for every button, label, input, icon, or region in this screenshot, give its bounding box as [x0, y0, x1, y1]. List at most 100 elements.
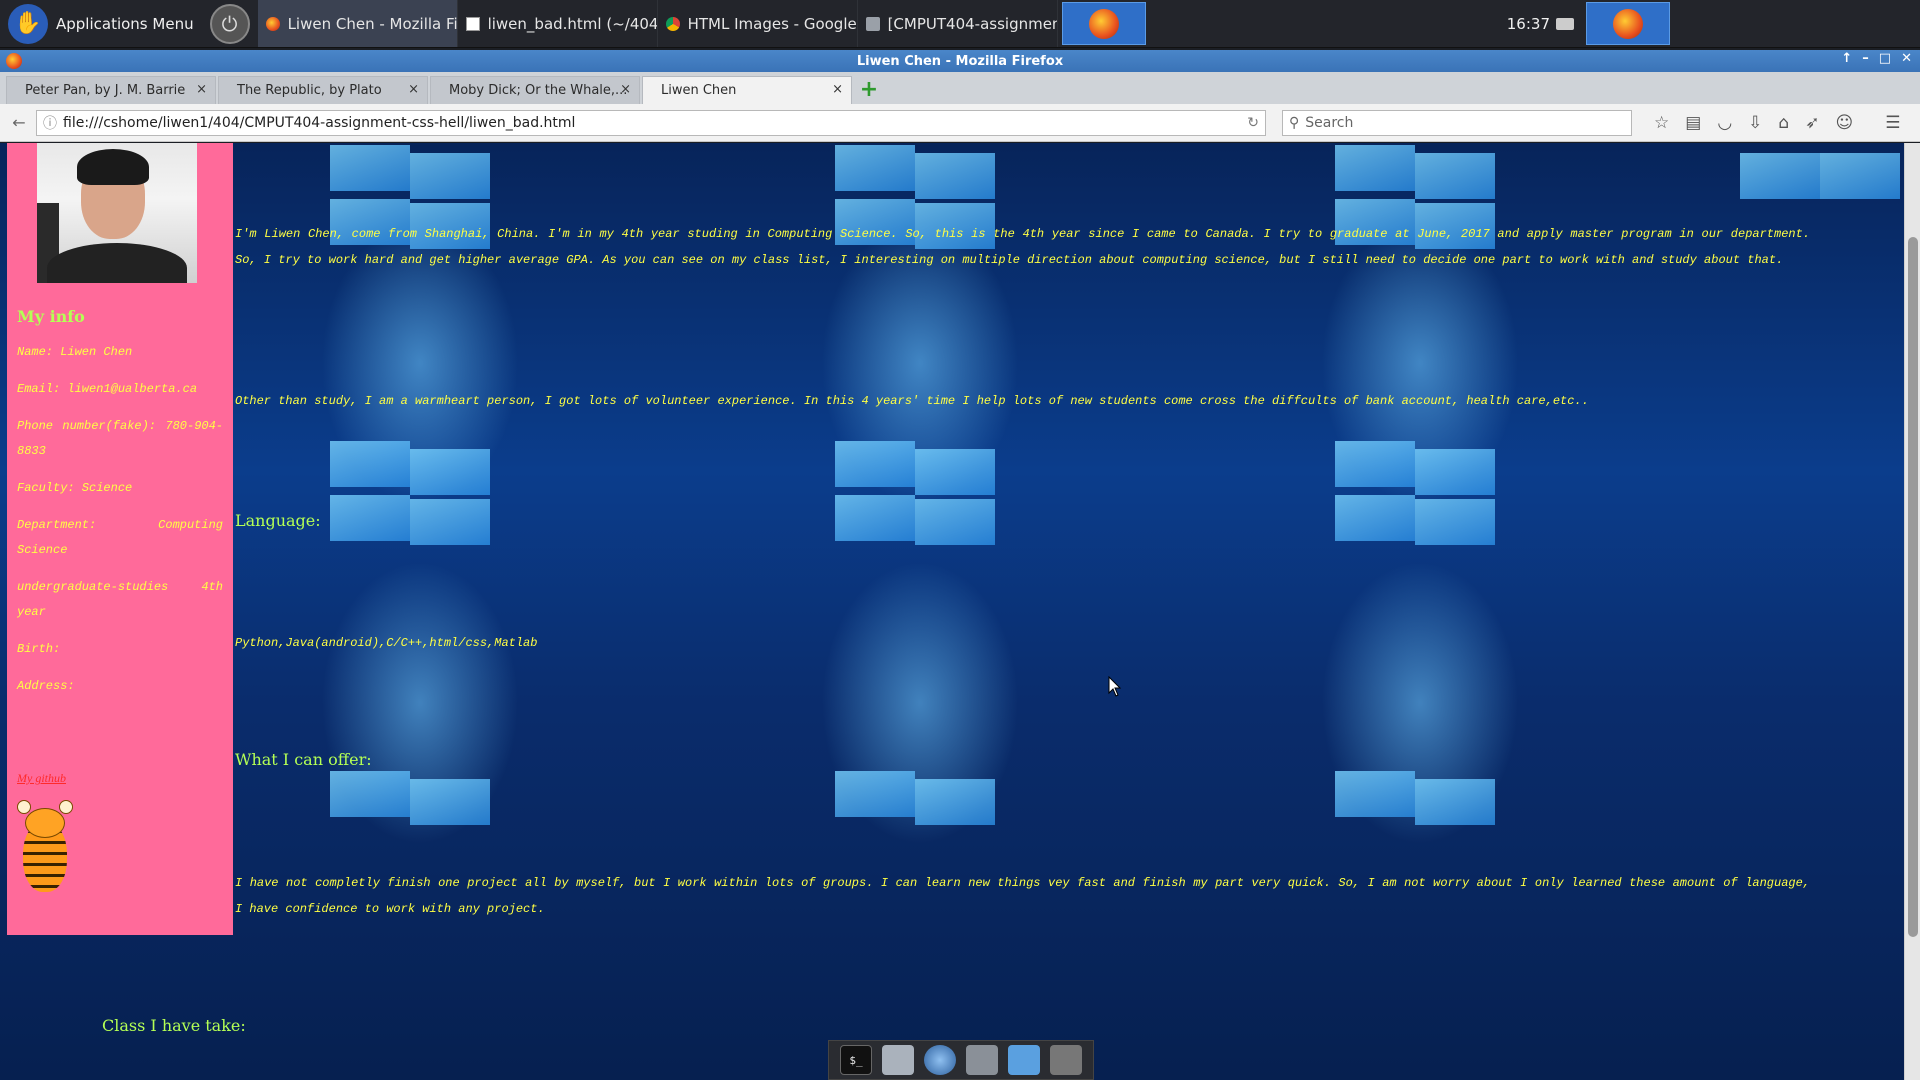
wallpaper-pane	[1415, 449, 1495, 495]
wallpaper-pane	[1740, 153, 1820, 199]
volunteer-paragraph: Other than study, I am a warmheart perso…	[235, 394, 1589, 408]
clock-time: 16:37	[1506, 14, 1550, 33]
window-titlebar: Liwen Chen - Mozilla Firefox ↑ – □ ✕	[0, 50, 1920, 72]
close-tab-icon[interactable]: ×	[832, 82, 843, 97]
wallpaper-pane	[1415, 153, 1495, 199]
garfield-head	[25, 808, 65, 838]
task-firefox[interactable]: Liwen Chen - Mozilla Fir...	[257, 0, 458, 47]
firefox-launcher-2[interactable]	[1586, 2, 1670, 45]
photo-hair	[77, 149, 149, 185]
search-placeholder: Search	[1305, 114, 1354, 131]
network-icon[interactable]	[1556, 17, 1574, 30]
task-text-editor[interactable]: liwen_bad.html (~/404/...	[458, 0, 658, 47]
home-icon[interactable]: ⌂	[1778, 113, 1789, 133]
web-browser-icon[interactable]	[924, 1045, 956, 1075]
wallpaper-pane	[835, 771, 915, 817]
xfce-logo-icon: ✋	[8, 3, 48, 44]
page-scrollbar[interactable]	[1904, 143, 1920, 1080]
terminal-icon[interactable]: $_	[840, 1045, 872, 1075]
firefox-icon	[1088, 8, 1119, 39]
power-icon[interactable]: ⏻	[209, 3, 250, 44]
info-faculty: Faculty: Science	[17, 481, 133, 495]
maximize-vertical-icon[interactable]: ↑	[1841, 51, 1852, 66]
scrollbar-thumb[interactable]	[1908, 237, 1918, 937]
tab-label: Peter Pan, by J. M. Barrie	[25, 83, 186, 98]
url-text[interactable]: file:///cshome/liwen1/404/CMPUT404-assig…	[63, 115, 1241, 131]
wallpaper-pane	[330, 441, 410, 487]
close-tab-icon[interactable]: ×	[196, 82, 207, 97]
pocket-icon[interactable]: ◡	[1717, 113, 1732, 133]
wallpaper-pane	[915, 153, 995, 199]
github-link[interactable]: My github	[17, 771, 223, 786]
desktop: ✋ Applications Menu ⏻ Liwen Chen - Mozil…	[0, 0, 1920, 1080]
dock: $_	[828, 1040, 1094, 1080]
photo-shirt	[47, 243, 187, 283]
task-label: Liwen Chen - Mozilla Fir...	[287, 14, 458, 33]
task-label: [CMPUT404-assignment...	[887, 14, 1057, 33]
task-label: liwen_bad.html (~/404/...	[487, 14, 658, 33]
wallpaper-pane	[410, 499, 490, 545]
tab-label: Liwen Chen	[661, 83, 737, 98]
languages-text: Python,Java(android),C/C++,html/css,Matl…	[235, 636, 538, 650]
url-bar[interactable]: ⓘ file:///cshome/liwen1/404/CMPUT404-ass…	[36, 109, 1266, 136]
bookmark-star-icon[interactable]: ☆	[1654, 113, 1669, 133]
task-chrome[interactable]: HTML Images - Google ...	[658, 0, 858, 47]
wallpaper-pane	[1335, 145, 1415, 191]
sidebar: My info Name: Liwen Chen Email: liwen1@u…	[7, 143, 233, 935]
classes-heading: Class I have take:	[102, 1016, 246, 1035]
close-tab-icon[interactable]: ×	[408, 82, 419, 97]
send-icon[interactable]: ➶	[1805, 113, 1819, 133]
firefox-icon	[1613, 8, 1643, 39]
close-tab-icon[interactable]: ×	[620, 82, 631, 97]
maximize-icon[interactable]: □	[1879, 51, 1891, 66]
menu-icon[interactable]: ☰	[1885, 113, 1900, 133]
window-title: Liwen Chen - Mozilla Firefox	[856, 53, 1064, 69]
firefox-icon	[6, 53, 22, 69]
tab-label: Moby Dick; Or the Whale,...	[449, 83, 628, 98]
info-email: Email: liwen1@ualberta.ca	[17, 382, 198, 396]
window-controls: ↑ – □ ✕	[1841, 51, 1912, 66]
tab-moby-dick[interactable]: Moby Dick; Or the Whale,... ×	[430, 76, 640, 104]
intro-paragraph: I'm Liwen Chen, come from Shanghai, Chin…	[235, 227, 1810, 267]
wallpaper-pane	[915, 779, 995, 825]
windows-wallpaper	[0, 143, 1904, 1080]
site-info-icon[interactable]: ⓘ	[43, 113, 57, 133]
folder-icon	[865, 16, 880, 31]
info-address: Address:	[17, 679, 75, 693]
new-tab-button[interactable]: +	[856, 76, 882, 102]
wallpaper-pane	[1415, 499, 1495, 545]
wallpaper-pane	[835, 495, 915, 541]
tab-republic[interactable]: The Republic, by Plato ×	[218, 76, 428, 104]
search-bar[interactable]: ⚲ Search	[1282, 109, 1632, 136]
file-manager-icon[interactable]	[1008, 1045, 1040, 1075]
search-icon: ⚲	[1289, 114, 1300, 131]
offer-paragraph: I have not completly finish one project …	[235, 876, 1810, 916]
wallpaper-pane	[1335, 771, 1415, 817]
close-icon[interactable]: ✕	[1901, 51, 1912, 66]
minimize-icon[interactable]: –	[1862, 51, 1869, 66]
panel-spacer	[1150, 0, 1499, 47]
wallpaper-pane	[410, 779, 490, 825]
chat-icon[interactable]: ☺	[1835, 113, 1853, 133]
info-birth: Birth:	[17, 642, 61, 656]
reading-list-icon[interactable]: ▤	[1685, 113, 1701, 133]
wallpaper-pane	[1335, 441, 1415, 487]
clock[interactable]: 16:37	[1499, 0, 1582, 47]
wallpaper-pane	[1415, 779, 1495, 825]
applications-menu[interactable]: ✋ Applications Menu ⏻	[0, 0, 258, 47]
app-finder-icon[interactable]	[966, 1045, 998, 1075]
wallpaper-pane	[1820, 153, 1900, 199]
download-icon[interactable]: ⇩	[1748, 113, 1762, 133]
lock-screen-icon[interactable]	[1050, 1045, 1082, 1075]
reload-icon[interactable]: ↻	[1247, 115, 1259, 131]
tab-liwen-chen[interactable]: Liwen Chen ×	[642, 76, 852, 104]
applications-menu-label: Applications Menu	[56, 14, 194, 33]
back-icon[interactable]: ←	[8, 112, 30, 134]
home-folder-icon[interactable]	[882, 1045, 914, 1075]
info-department: Department: Computing Science	[17, 518, 223, 557]
task-folder[interactable]: [CMPUT404-assignment...	[858, 0, 1058, 47]
wallpaper-pane	[915, 499, 995, 545]
firefox-launcher[interactable]	[1061, 2, 1146, 45]
tab-peter-pan[interactable]: Peter Pan, by J. M. Barrie ×	[6, 76, 216, 104]
my-info-heading: My info	[17, 307, 85, 326]
